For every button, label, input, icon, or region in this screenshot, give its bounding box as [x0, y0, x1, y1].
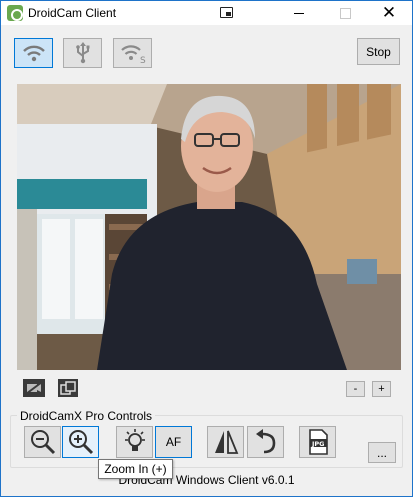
- droidcam-app-icon: [7, 5, 23, 21]
- video-off-button[interactable]: [23, 379, 45, 397]
- rotate-button[interactable]: [247, 426, 284, 458]
- mirror-icon: [214, 430, 238, 454]
- more-options-button[interactable]: ...: [368, 442, 396, 463]
- close-button[interactable]: ✕: [366, 1, 412, 25]
- wifi-connect-button[interactable]: [14, 38, 53, 68]
- webcam-feed-image: [17, 84, 401, 370]
- light-toggle-button[interactable]: [116, 426, 153, 458]
- mirror-button[interactable]: [207, 426, 244, 458]
- window-title: DroidCam Client: [28, 6, 117, 20]
- title-bar[interactable]: DroidCam Client ✕: [1, 1, 412, 25]
- usb-connect-button[interactable]: [63, 38, 102, 68]
- wifi-server-icon: S: [120, 45, 146, 64]
- wifi-server-connect-button[interactable]: S: [113, 38, 152, 68]
- zoom-in-icon: [68, 430, 93, 455]
- svg-text:S: S: [140, 56, 146, 64]
- minimize-button[interactable]: [276, 1, 322, 25]
- usb-icon: [75, 42, 89, 64]
- video-preview: [17, 84, 401, 370]
- maximize-button[interactable]: [322, 1, 368, 25]
- popout-button[interactable]: [57, 379, 79, 397]
- jpg-icon: JPG: [308, 429, 328, 455]
- save-jpg-button[interactable]: JPG: [299, 426, 336, 458]
- svg-text:JPG: JPG: [311, 440, 325, 448]
- pro-controls-label: DroidCamX Pro Controls: [17, 409, 156, 423]
- stop-button[interactable]: Stop: [357, 38, 400, 65]
- pro-zoom-out-button[interactable]: [24, 426, 61, 458]
- popout-icon: [58, 379, 78, 397]
- zoom-out-icon: [30, 430, 55, 455]
- zoom-in-small-button[interactable]: +: [372, 381, 391, 397]
- droidcam-window: DroidCam Client ✕ S Stop - + DroidCamX P…: [0, 0, 413, 497]
- pro-zoom-in-button[interactable]: [62, 426, 99, 458]
- zoom-in-tooltip: Zoom In (+): [98, 459, 173, 479]
- zoom-out-small-button[interactable]: -: [346, 381, 365, 397]
- wifi-icon: [22, 45, 45, 62]
- window-snap-icon[interactable]: [220, 7, 233, 18]
- rotate-icon: [255, 429, 275, 454]
- autofocus-button[interactable]: AF: [155, 426, 192, 458]
- light-bulb-icon: [124, 429, 145, 451]
- video-off-icon: [23, 379, 45, 397]
- version-footer: DroidCam Windows Client v6.0.1: [118, 473, 295, 487]
